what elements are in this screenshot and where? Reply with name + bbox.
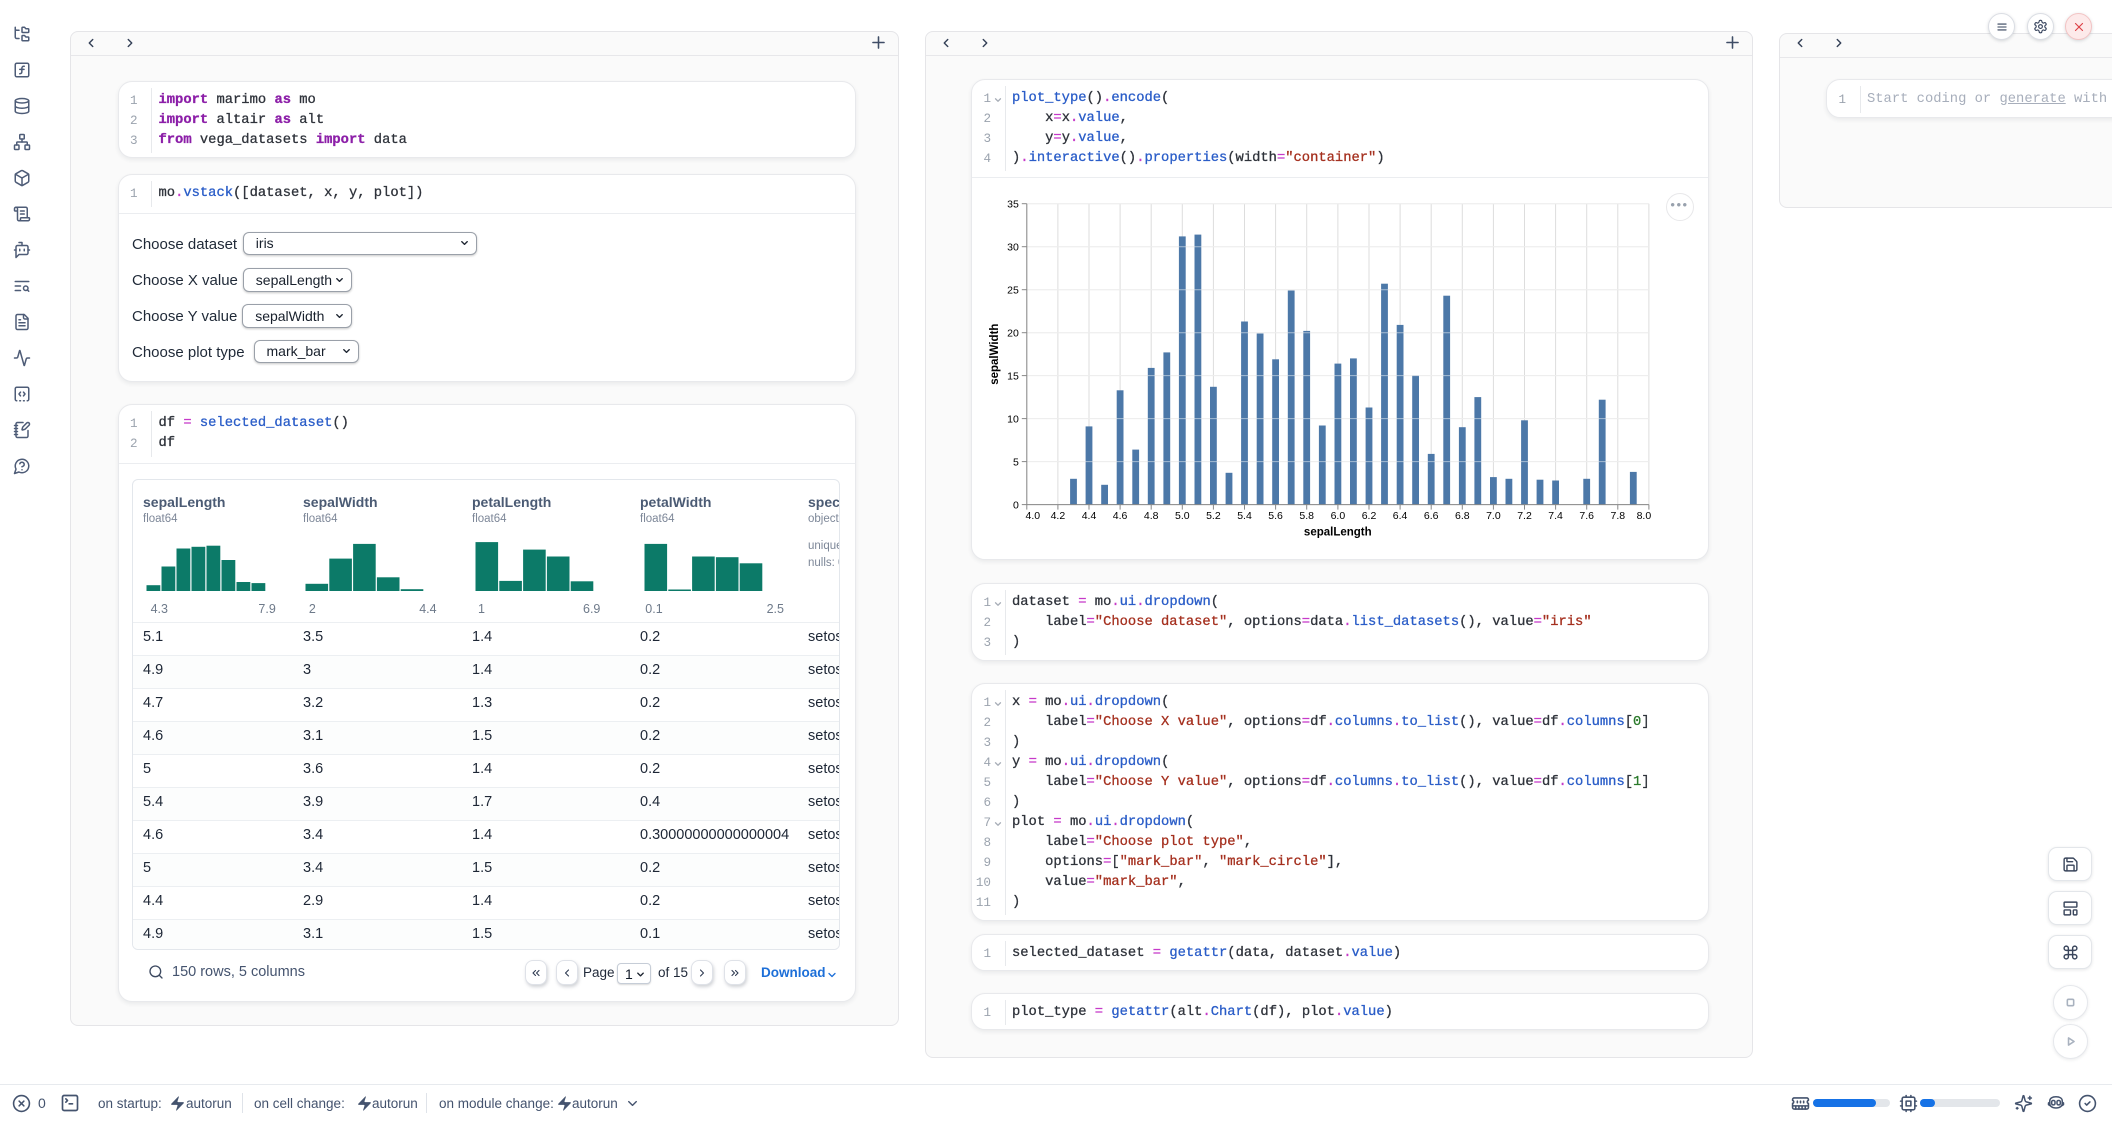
svg-text:4.0: 4.0 xyxy=(1025,510,1040,522)
svg-text:30: 30 xyxy=(1007,241,1019,253)
svg-text:6.0: 6.0 xyxy=(1331,510,1346,522)
svg-text:0: 0 xyxy=(1013,499,1019,511)
svg-text:sepalWidth: sepalWidth xyxy=(989,324,1001,385)
svg-text:20: 20 xyxy=(1007,327,1019,339)
svg-text:5.0: 5.0 xyxy=(1175,510,1190,522)
svg-text:6.4: 6.4 xyxy=(1393,510,1408,522)
svg-text:6.2: 6.2 xyxy=(1362,510,1377,522)
svg-text:4.6: 4.6 xyxy=(1113,510,1128,522)
svg-text:sepalLength: sepalLength xyxy=(1304,527,1372,539)
svg-text:5: 5 xyxy=(1013,456,1019,468)
svg-text:7.8: 7.8 xyxy=(1610,510,1625,522)
svg-text:4.8: 4.8 xyxy=(1144,510,1159,522)
svg-text:7.2: 7.2 xyxy=(1517,510,1532,522)
svg-text:7.4: 7.4 xyxy=(1548,510,1563,522)
svg-text:6.6: 6.6 xyxy=(1424,510,1439,522)
svg-text:25: 25 xyxy=(1007,284,1019,296)
svg-text:4.4: 4.4 xyxy=(1082,510,1097,522)
svg-text:15: 15 xyxy=(1007,370,1019,382)
svg-text:7.6: 7.6 xyxy=(1579,510,1594,522)
svg-text:5.2: 5.2 xyxy=(1206,510,1221,522)
svg-text:8.0: 8.0 xyxy=(1637,510,1652,522)
svg-text:5.4: 5.4 xyxy=(1237,510,1252,522)
svg-text:10: 10 xyxy=(1007,413,1019,425)
svg-text:6.8: 6.8 xyxy=(1455,510,1470,522)
svg-text:4.2: 4.2 xyxy=(1051,510,1066,522)
svg-text:5.8: 5.8 xyxy=(1299,510,1314,522)
svg-text:7.0: 7.0 xyxy=(1486,510,1501,522)
svg-text:35: 35 xyxy=(1007,198,1019,210)
svg-text:5.6: 5.6 xyxy=(1268,510,1283,522)
